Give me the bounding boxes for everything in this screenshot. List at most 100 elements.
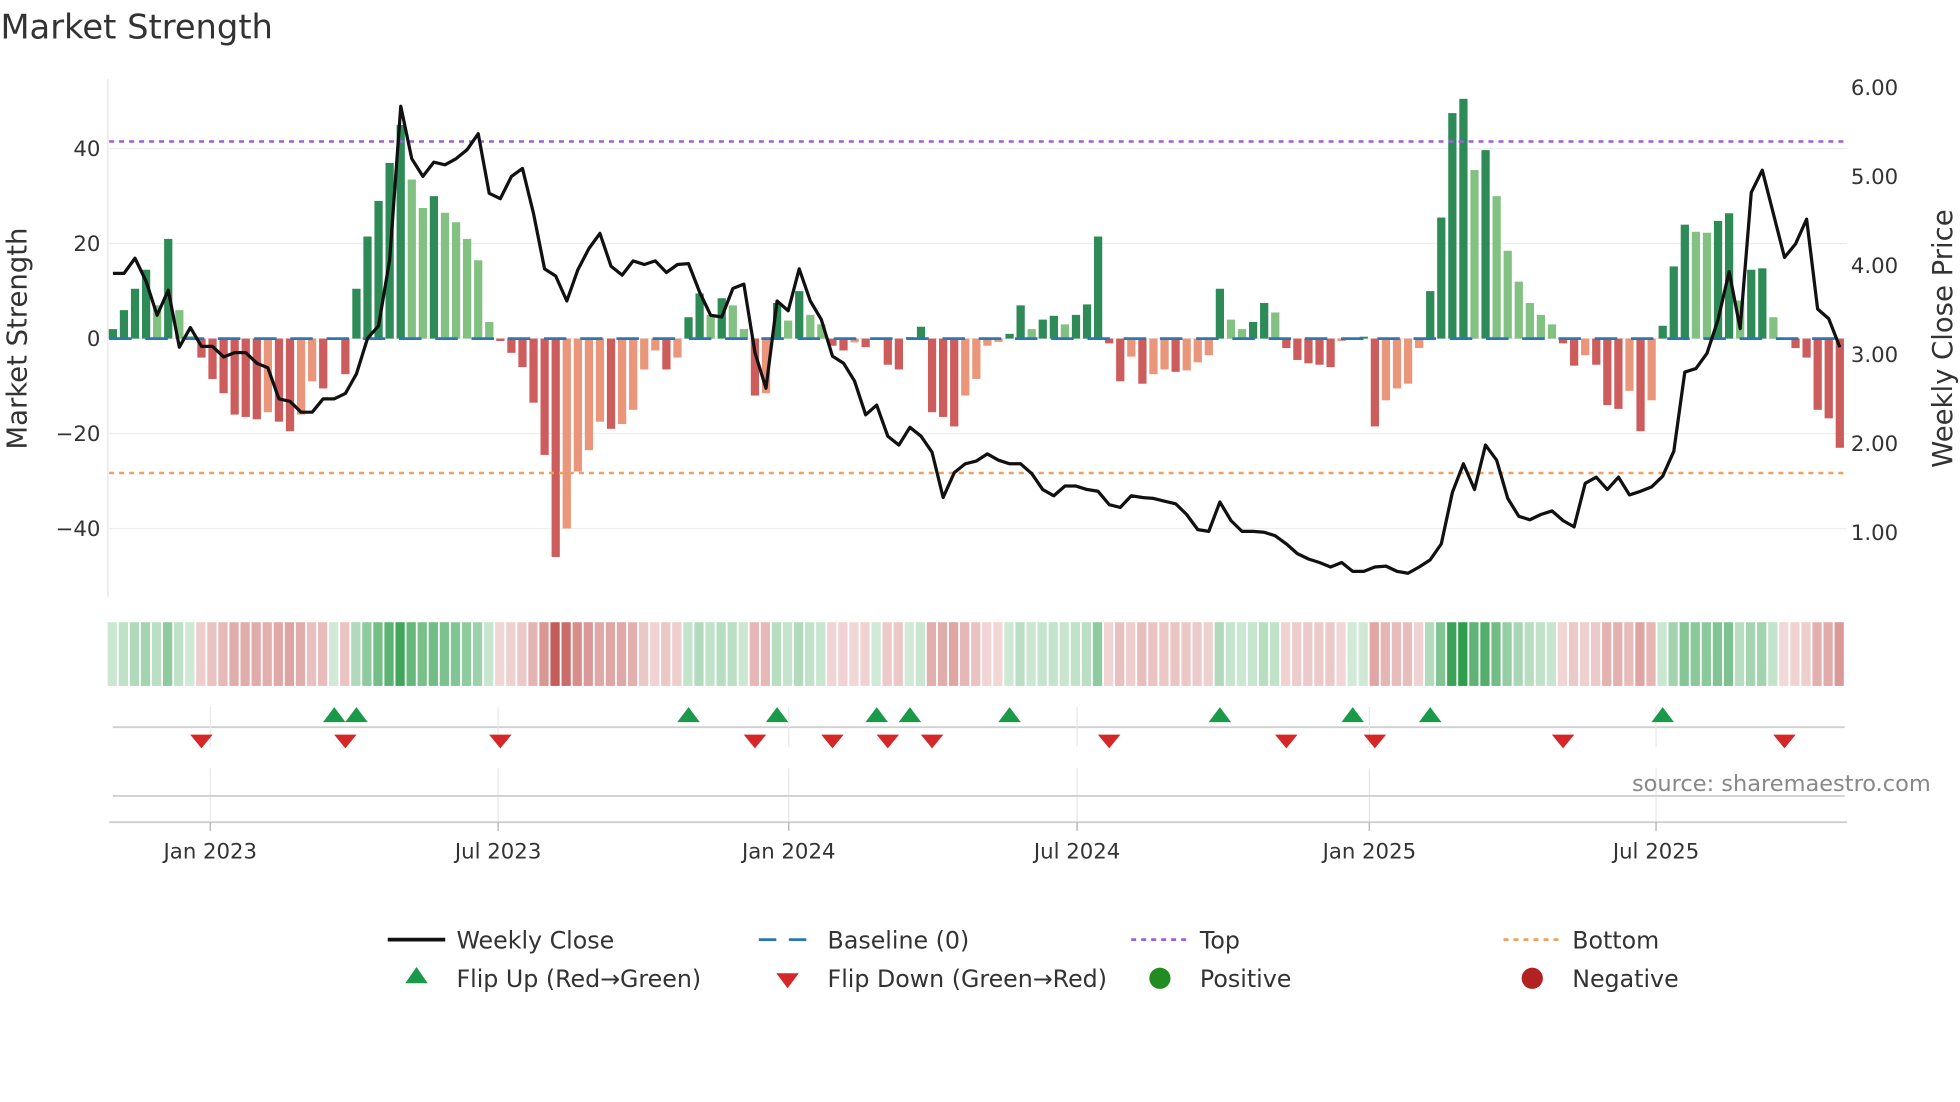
strength-bar [739, 329, 749, 339]
strength-bar [894, 338, 903, 370]
strength-bar [440, 212, 450, 339]
strength-bar [684, 317, 693, 339]
strength-bar [595, 338, 605, 422]
heat-cell [1303, 622, 1313, 686]
heat-cell [860, 622, 870, 686]
strength-bar [1060, 324, 1070, 339]
strength-bar [1226, 319, 1236, 339]
strength-bar [1403, 338, 1413, 384]
heat-cell [683, 622, 693, 686]
heat-cell [484, 622, 494, 686]
strength-bar [1093, 236, 1103, 339]
legend-label-flip-down-green-red: Flip Down (Green→Red) [828, 965, 1107, 993]
heat-cell [1059, 622, 1069, 686]
flip-down-marker [1551, 734, 1575, 749]
heat-cell [1380, 622, 1390, 686]
strength-bar [1138, 338, 1147, 384]
flip-down-marker [1097, 734, 1121, 749]
heat-cell [771, 622, 782, 686]
heat-cell [1203, 622, 1213, 686]
flip-markers-panel [112, 707, 1845, 823]
strength-bar [1027, 329, 1036, 339]
heat-cell [1015, 622, 1025, 686]
heat-cell [937, 622, 948, 686]
y2-tick-label: 5.00 [1851, 165, 1898, 190]
strength-bar [1127, 338, 1136, 357]
heat-cell [162, 622, 173, 686]
flip-up-marker [1208, 707, 1232, 723]
strength-bar [1835, 338, 1844, 448]
heat-cell [1723, 622, 1734, 686]
strength-bar [407, 179, 416, 339]
strength-bar [1237, 329, 1247, 339]
strength-bar [629, 338, 638, 410]
strength-bar [1193, 338, 1202, 363]
heat-cell [495, 622, 505, 686]
heat-cell [1004, 622, 1014, 686]
heat-cell [1258, 622, 1269, 686]
strength-bar [341, 338, 350, 375]
heat-cell [517, 622, 527, 686]
heat-cell [362, 622, 372, 686]
flip-up-marker [998, 707, 1021, 723]
x-tick-label: Jul 2024 [1032, 839, 1120, 864]
heat-cell [1458, 622, 1468, 686]
legend-triangle-up-icon [405, 967, 428, 984]
heat-cell [1048, 622, 1058, 686]
heat-cell [417, 622, 427, 686]
heat-cell [1225, 622, 1235, 686]
heat-cell [550, 622, 560, 686]
heat-cell [395, 622, 405, 686]
heat-cell [1568, 622, 1579, 686]
strength-bar [584, 338, 594, 451]
strength-bar [961, 338, 970, 396]
heat-cell [727, 622, 737, 686]
strength-bar [972, 338, 981, 379]
heat-cell [1801, 622, 1811, 686]
strength-bar [1702, 232, 1712, 339]
flip-down-marker [821, 734, 844, 749]
heat-cell [1181, 622, 1191, 686]
y2-tick-label: 3.00 [1851, 343, 1898, 368]
heat-cell [805, 622, 815, 686]
flip-down-marker [743, 734, 767, 749]
heat-cell [1624, 622, 1634, 686]
legend: Weekly Close Baseline (0) Top Bottom Flip Up… [387, 926, 1679, 993]
y2-axis-label: Weekly Close Price [1927, 209, 1959, 467]
strength-bar [219, 338, 228, 394]
x-tick-label: Jan 2024 [740, 839, 836, 864]
legend-circle-icon [1149, 967, 1171, 989]
heat-cell [1436, 622, 1446, 686]
strength-bar [784, 320, 793, 339]
heat-cell [1557, 622, 1568, 686]
strength-bar [1049, 315, 1058, 339]
heat-cell [284, 622, 295, 686]
strength-bar [861, 338, 870, 348]
heat-cell [472, 622, 483, 686]
flip-up-marker [765, 707, 789, 723]
heat-cell [882, 622, 892, 686]
strength-bar [1747, 269, 1756, 339]
strength-bar [1116, 338, 1125, 382]
legend-label-baseline-0: Baseline (0) [828, 926, 970, 954]
heat-cell [1325, 622, 1335, 686]
heat-cell [1579, 622, 1590, 686]
heat-cell [627, 622, 638, 686]
strength-bar [1680, 224, 1689, 339]
flip-up-marker [1651, 707, 1674, 723]
heat-cell [982, 622, 992, 686]
strength-bar [252, 338, 261, 420]
flip-up-marker [865, 707, 888, 723]
x-tick-label: Jan 2023 [162, 839, 258, 864]
heat-cell [793, 622, 804, 686]
heat-cell [594, 622, 604, 686]
heat-cell [871, 622, 881, 686]
flip-down-marker [920, 734, 944, 749]
strength-bar [1525, 302, 1534, 339]
y-tick-label: −40 [56, 517, 101, 542]
heat-cell [1413, 622, 1424, 686]
heat-cell [816, 622, 826, 686]
heat-cell [1502, 622, 1512, 686]
heat-cell [107, 622, 117, 686]
heat-cell [993, 622, 1003, 686]
